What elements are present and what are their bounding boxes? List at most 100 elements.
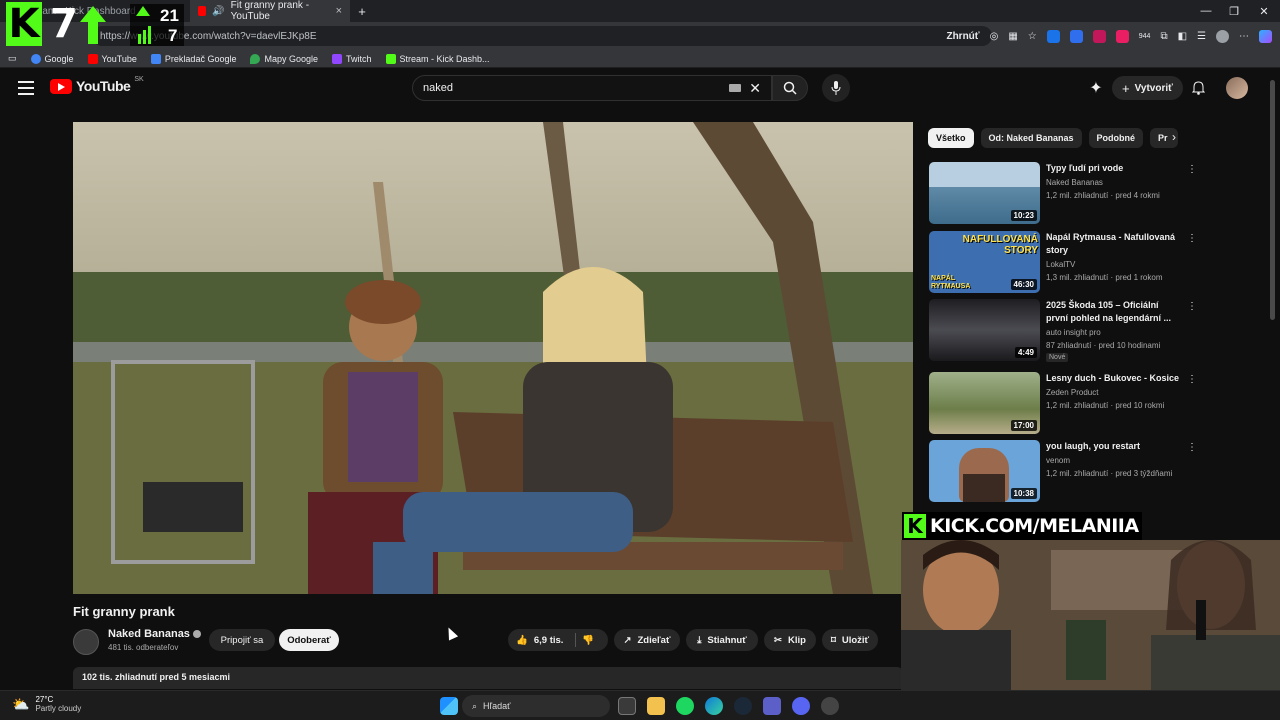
- channel-avatar[interactable]: [73, 629, 99, 655]
- steam-icon[interactable]: [734, 697, 752, 715]
- chip-related[interactable]: Podobné: [1088, 128, 1144, 148]
- join-button[interactable]: Pripojiť sa: [209, 629, 275, 651]
- search-button[interactable]: [772, 75, 808, 101]
- rec-title[interactable]: Typy ľudí pri vode: [1046, 162, 1181, 175]
- description-box[interactable]: 102 tis. zhliadnutí pred 5 mesiacmi: [73, 667, 903, 689]
- rec-channel[interactable]: Zeden Product: [1046, 386, 1098, 399]
- extension-icon[interactable]: [1092, 29, 1106, 43]
- rec-title[interactable]: Napál Rytmausa - Nafullovaná story: [1046, 231, 1181, 257]
- channel-name[interactable]: Naked Bananas: [108, 628, 201, 640]
- extension-icon[interactable]: [1046, 29, 1060, 43]
- bookmarks-folder-icon[interactable]: ▭: [8, 53, 17, 64]
- bookmark-translate[interactable]: Prekladač Google: [150, 53, 236, 64]
- channel-name-text: Naked Bananas: [108, 628, 190, 640]
- video-player[interactable]: [73, 122, 913, 594]
- recommendation-item[interactable]: NAFULLOVANÁ STORY NAPÁL RYTMAUSA 46:30 N…: [929, 231, 1199, 293]
- bookmark-kick[interactable]: Stream - Kick Dashb...: [385, 53, 490, 64]
- extension-icon[interactable]: [1069, 29, 1083, 43]
- video-thumbnail[interactable]: NAFULLOVANÁ STORY NAPÁL RYTMAUSA 46:30: [929, 231, 1040, 293]
- bookmark-google[interactable]: Google: [30, 53, 74, 64]
- search-input[interactable]: [423, 82, 723, 94]
- share-button[interactable]: ↗ Zdieľať: [614, 629, 680, 651]
- thumbs-up-icon[interactable]: 👍: [516, 635, 528, 646]
- copilot-icon[interactable]: [1259, 29, 1272, 43]
- rec-channel[interactable]: auto insight pro: [1046, 326, 1101, 339]
- clear-search-icon[interactable]: ✕: [749, 80, 761, 97]
- more-vert-icon[interactable]: ⋮: [1187, 374, 1197, 385]
- rec-title[interactable]: Lesny duch - Bukovec - Kosice: [1046, 372, 1181, 385]
- split-screen-icon[interactable]: ◧: [1178, 31, 1187, 42]
- stats-chart-icon: [136, 6, 151, 44]
- search-field[interactable]: ✕: [412, 75, 772, 101]
- summarize-button[interactable]: Zhrnúť: [946, 31, 979, 42]
- video-thumbnail[interactable]: 10:23: [929, 162, 1040, 224]
- apps-icon[interactable]: ▦: [1008, 31, 1017, 42]
- profile-avatar[interactable]: [1216, 29, 1229, 43]
- windows-start-icon[interactable]: [440, 697, 458, 715]
- more-vert-icon[interactable]: ⋮: [1187, 301, 1197, 312]
- keyboard-icon[interactable]: [729, 84, 741, 92]
- recommendation-item[interactable]: 4:49 2025 Škoda 105 – Oficiální první po…: [929, 299, 1199, 362]
- voice-search-button[interactable]: [822, 74, 850, 102]
- create-button[interactable]: + Vytvoriť: [1112, 76, 1183, 100]
- bookmark-twitch[interactable]: Twitch: [332, 53, 372, 64]
- weather-widget[interactable]: ⛅ 27°C Partly cloudy: [12, 695, 81, 713]
- recommendation-item[interactable]: 10:23 Typy ľudí pri vode Naked Bananas 1…: [929, 162, 1199, 224]
- address-bar[interactable]: https://www.youtube.com/watch?v=daevlEJK…: [92, 26, 992, 46]
- favorites-icon[interactable]: ☰: [1197, 31, 1206, 42]
- more-menu-icon[interactable]: ⋯: [1239, 31, 1249, 42]
- discord-icon[interactable]: [792, 697, 810, 715]
- video-thumbnail[interactable]: 4:49: [929, 299, 1040, 361]
- rec-channel[interactable]: LokalTV: [1046, 258, 1075, 271]
- teams-icon[interactable]: [763, 697, 781, 715]
- video-thumbnail[interactable]: 17:00: [929, 372, 1040, 434]
- clip-button[interactable]: ✂ Klip: [764, 629, 816, 651]
- stat-bottom: 7: [168, 26, 178, 45]
- chip-from-channel[interactable]: Od: Naked Bananas: [980, 128, 1082, 148]
- maximize-button[interactable]: ❐: [1218, 0, 1250, 22]
- new-tab-button[interactable]: +: [352, 0, 372, 22]
- bookmark-label: Mapy Google: [264, 53, 318, 64]
- page-scrollbar[interactable]: [1270, 80, 1275, 320]
- ai-sparkle-icon[interactable]: ✦: [1086, 78, 1106, 98]
- notifications-bell-icon[interactable]: [1188, 78, 1208, 98]
- extension-badge[interactable]: 944: [1139, 33, 1151, 40]
- spotify-icon[interactable]: [676, 697, 694, 715]
- search-icon: [783, 81, 797, 95]
- task-view-icon[interactable]: [618, 697, 636, 715]
- extensions-puzzle-icon[interactable]: ⧉: [1160, 31, 1167, 42]
- video-thumbnail[interactable]: 10:38: [929, 440, 1040, 502]
- thumbs-down-icon[interactable]: 👎: [582, 635, 594, 646]
- account-avatar[interactable]: [1226, 77, 1248, 99]
- rec-title[interactable]: 2025 Škoda 105 – Oficiální první pohled …: [1046, 299, 1181, 325]
- more-vert-icon[interactable]: ⋮: [1187, 164, 1197, 175]
- chevron-right-icon[interactable]: ›: [1172, 130, 1176, 144]
- chip-all[interactable]: Všetko: [928, 128, 974, 148]
- rec-channel[interactable]: venom: [1046, 454, 1070, 467]
- download-button[interactable]: ⤓ Stiahnuť: [686, 629, 758, 651]
- more-vert-icon[interactable]: ⋮: [1187, 233, 1197, 244]
- favorite-star-icon[interactable]: ☆: [1028, 31, 1037, 42]
- bookmark-youtube[interactable]: YouTube: [87, 53, 137, 64]
- recommendation-item[interactable]: 17:00 Lesny duch - Bukovec - Kosice Zede…: [929, 372, 1199, 434]
- rec-title[interactable]: you laugh, you restart: [1046, 440, 1181, 453]
- subscribe-button[interactable]: Odoberať: [279, 629, 339, 651]
- close-window-button[interactable]: ✕: [1248, 0, 1280, 22]
- like-count[interactable]: 6,9 tis.: [534, 635, 564, 646]
- rec-channel[interactable]: Naked Bananas: [1046, 176, 1103, 189]
- hamburger-menu-icon[interactable]: [18, 81, 34, 95]
- extension-icon[interactable]: [1115, 29, 1129, 43]
- tab-youtube-video[interactable]: 🔊 Fit granny prank - YouTube ×: [190, 0, 350, 22]
- more-vert-icon[interactable]: ⋮: [1187, 442, 1197, 453]
- edge-browser-icon[interactable]: [705, 697, 723, 715]
- translate-icon[interactable]: ◎: [990, 31, 999, 42]
- twitch-icon: [332, 53, 342, 64]
- tab-close-icon[interactable]: ×: [336, 5, 342, 17]
- bookmark-maps[interactable]: Mapy Google: [250, 53, 318, 64]
- app-icon[interactable]: [821, 697, 839, 715]
- save-button[interactable]: ⌑ Uložiť: [822, 629, 878, 651]
- file-explorer-icon[interactable]: [647, 697, 665, 715]
- youtube-logo[interactable]: YouTube SK: [50, 76, 144, 94]
- taskbar-search[interactable]: ⌕ Hľadať: [462, 695, 610, 717]
- recommendation-item[interactable]: 10:38 you laugh, you restart venom 1,2 m…: [929, 440, 1199, 502]
